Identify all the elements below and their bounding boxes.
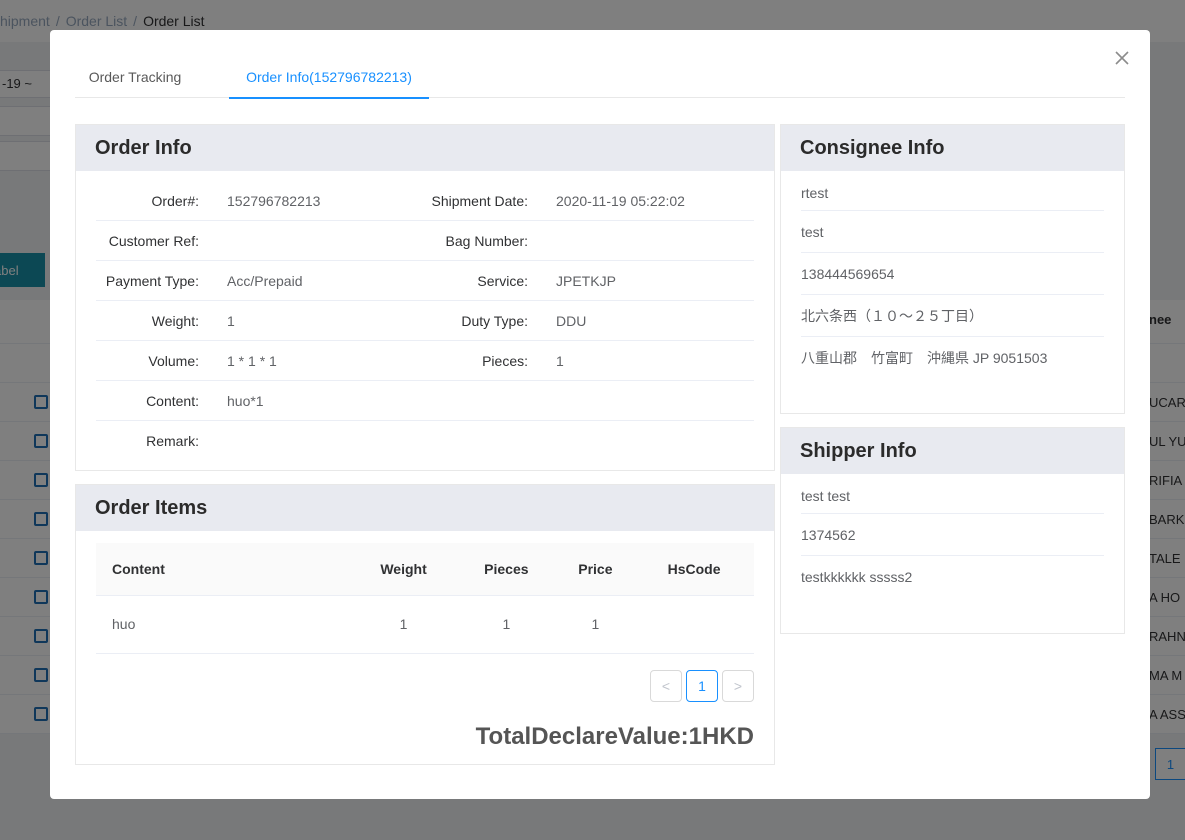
field-label: Weight: — [151, 313, 199, 329]
field-label: Payment Type: — [105, 273, 199, 289]
consignee-details: rtest test 138444569654 北六条西（１０～２５丁目） 八重… — [801, 171, 1104, 379]
table-row: huo 1 1 1 — [96, 595, 754, 654]
table-header-row: Content Weight Pieces Price HsCode — [96, 543, 754, 596]
pagination-page[interactable]: 1 — [686, 670, 718, 702]
order-items-card: Order Items Content Weight Pieces Price … — [75, 484, 775, 765]
info-row: Customer Ref: Bag Number: — [96, 221, 754, 261]
info-row: Order#: 152796782213 Shipment Date: 2020… — [96, 181, 754, 221]
consignee-line: test — [801, 211, 1104, 253]
next-page-button[interactable]: > — [722, 670, 754, 702]
tab-order-info[interactable]: Order Info(152796782213) — [229, 58, 429, 99]
field-label: Shipment Date: — [431, 193, 529, 209]
shipper-line: testkkkkkk sssss2 — [801, 569, 913, 585]
column-header: Price — [556, 543, 635, 596]
field-value: 1 — [556, 353, 564, 369]
table-cell — [634, 595, 754, 654]
field-label: Service: — [477, 273, 528, 289]
column-header: Pieces — [456, 543, 557, 596]
card-title: Order Items — [76, 485, 774, 531]
card-title: Shipper Info — [781, 428, 1124, 474]
consignee-info-card: Consignee Info rtest test 138444569654 北… — [780, 124, 1125, 414]
tab-order-tracking[interactable]: Order Tracking — [75, 58, 195, 98]
info-row: Content: huo*1 — [96, 381, 754, 421]
consignee-line: 八重山郡 竹富町 沖縄県 JP 9051503 — [801, 350, 1048, 366]
field-value: 152796782213 — [227, 193, 321, 209]
field-value: JPETKJP — [556, 273, 616, 289]
order-detail-modal: Order Tracking Order Info(152796782213) … — [50, 30, 1150, 799]
card-title: Order Info — [76, 125, 774, 171]
consignee-line: 138444569654 — [801, 253, 1104, 295]
consignee-line: rtest — [801, 171, 1104, 211]
field-label: Volume: — [148, 353, 199, 369]
card-title: Consignee Info — [781, 125, 1124, 171]
prev-page-button[interactable]: < — [650, 670, 682, 702]
info-row: Volume: 1 * 1 * 1 Pieces: 1 — [96, 341, 754, 381]
info-row: Weight: 1 Duty Type: DDU — [96, 301, 754, 341]
field-value: huo*1 — [227, 393, 264, 409]
field-label: Bag Number: — [445, 233, 528, 249]
consignee-line: 北六条西（１０～２５丁目） — [801, 295, 1104, 337]
field-value: 1 — [227, 313, 235, 329]
field-label: Customer Ref: — [108, 233, 199, 249]
pagination: < 1 > — [650, 670, 754, 702]
shipper-line: test test — [801, 474, 1104, 514]
column-header: HsCode — [634, 543, 754, 596]
info-row: Remark: — [96, 421, 754, 461]
total-declare-value: TotalDeclareValue:1HKD — [475, 723, 754, 750]
order-items-table: Content Weight Pieces Price HsCode huo 1… — [96, 543, 754, 654]
field-label: Remark: — [146, 433, 199, 449]
field-value: DDU — [556, 313, 587, 329]
shipper-details: test test 1374562 testkkkkkk sssss2 — [801, 474, 1104, 598]
table-cell: huo — [96, 595, 351, 654]
column-header: Content — [96, 543, 351, 596]
table-cell: 1 — [351, 595, 457, 654]
field-value: Acc/Prepaid — [227, 273, 303, 289]
shipper-line: 1374562 — [801, 514, 1104, 556]
field-label: Content: — [146, 393, 199, 409]
table-cell: 1 — [456, 595, 557, 654]
field-label: Order#: — [151, 193, 199, 209]
field-label: Duty Type: — [461, 313, 528, 329]
info-row: Payment Type: Acc/Prepaid Service: JPETK… — [96, 261, 754, 301]
field-value: 2020-11-19 05:22:02 — [556, 193, 685, 209]
shipper-info-card: Shipper Info test test 1374562 testkkkkk… — [780, 427, 1125, 634]
tab-bar: Order Tracking Order Info(152796782213) — [75, 58, 1125, 99]
table-cell: 1 — [556, 595, 635, 654]
column-header: Weight — [351, 543, 457, 596]
field-value: 1 * 1 * 1 — [227, 353, 277, 369]
order-info-card: Order Info Order#: 152796782213 Shipment… — [75, 124, 775, 471]
order-info-grid: Order#: 152796782213 Shipment Date: 2020… — [96, 181, 754, 461]
field-label: Pieces: — [482, 353, 528, 369]
